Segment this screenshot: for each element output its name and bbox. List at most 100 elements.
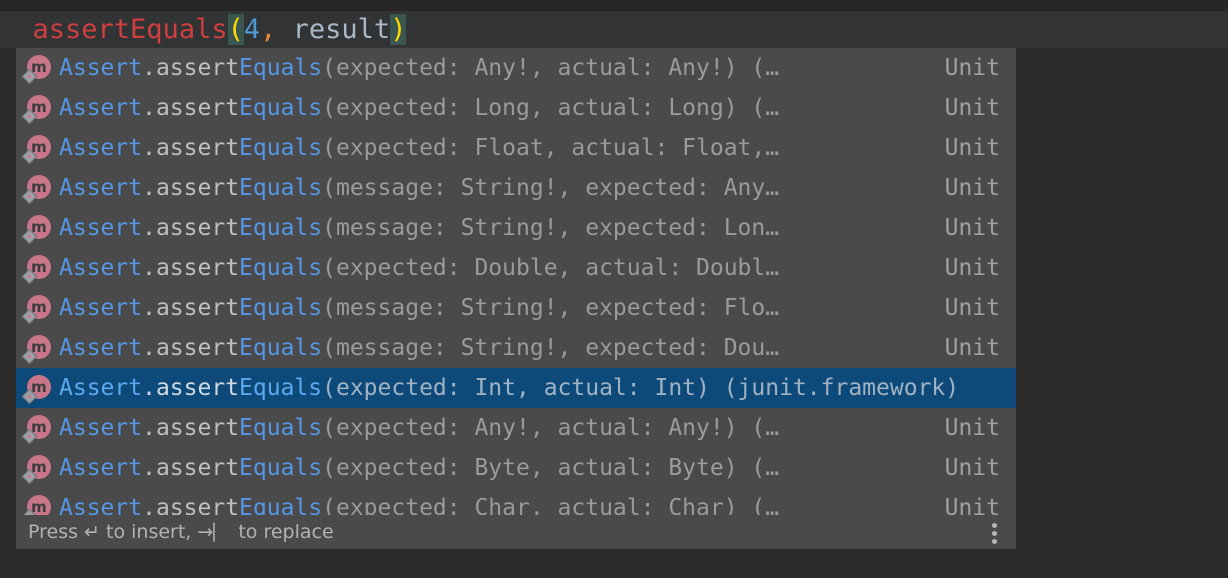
editor-code-line[interactable]: assertEquals(4, result) (0, 11, 407, 48)
completion-matched-text: Equals (239, 135, 323, 161)
completion-class-name: Assert (59, 55, 143, 81)
completion-dot: . (142, 55, 156, 81)
completion-hint-text: Press ↵ to insert, →⎸ to replace (28, 521, 334, 543)
completion-method-name: assert (155, 455, 240, 481)
completion-return-type: Unit (944, 215, 1000, 241)
completion-method-name: assert (155, 215, 240, 241)
completion-dot: . (142, 255, 156, 281)
completion-signature: (expected: Long, actual: Long) (… (322, 95, 780, 121)
method-icon: m (21, 134, 52, 165)
code-token-method: assertEquals (32, 14, 228, 45)
completion-item[interactable]: m Assert.assertEquals(expected: Any!, act… (16, 408, 1016, 448)
completion-dot: . (142, 495, 156, 515)
completion-signature: (expected: Byte, actual: Byte) (… (322, 455, 780, 481)
method-icon: m (21, 94, 52, 125)
completion-matched-text: Equals (239, 495, 323, 515)
completion-dot: . (142, 215, 156, 241)
completion-item[interactable]: m Assert.assertEquals(message: String!, e… (16, 288, 1016, 328)
completion-item[interactable]: m Assert.assertEquals(expected: Double, a… (16, 248, 1016, 288)
method-icon: m (21, 494, 52, 515)
code-token-number: 4 (243, 14, 261, 45)
completion-class-name: Assert (59, 175, 143, 201)
completion-item-label: Assert.assertEquals(message: String!, ex… (59, 168, 927, 208)
completion-class-name: Assert (59, 455, 143, 481)
completion-matched-text: Equals (239, 175, 323, 201)
completion-item[interactable]: m Assert.assertEquals(expected: Any!, act… (16, 48, 1016, 88)
completion-item-selected[interactable]: m Assert.assertEquals(expected: Int, actu… (16, 368, 1016, 408)
completion-signature: (message: String!, expected: Dou… (322, 335, 780, 361)
completion-signature: (message: String!, expected: Lon… (322, 215, 780, 241)
method-icon: m (21, 454, 52, 485)
completion-signature: (expected: Any!, actual: Any!) (… (322, 415, 780, 441)
method-icon: m (21, 334, 52, 365)
completion-item-label: Assert.assertEquals(expected: Long, actu… (59, 88, 927, 128)
completion-return-type: Unit (944, 175, 1000, 201)
completion-hint-bar: Press ↵ to insert, →⎸ to replace (16, 515, 1016, 549)
completion-matched-text: Equals (239, 255, 323, 281)
completion-matched-text: Equals (239, 95, 323, 121)
method-icon: m (21, 174, 52, 205)
completion-item[interactable]: m Assert.assertEquals(expected: Long, act… (16, 88, 1016, 128)
code-completion-popup[interactable]: m Assert.assertEquals(expected: Any!, act… (16, 48, 1016, 549)
completion-signature: (message: String!, expected: Flo… (322, 295, 780, 321)
completion-item-list[interactable]: m Assert.assertEquals(expected: Any!, act… (16, 48, 1016, 515)
completion-item[interactable]: m Assert.assertEquals(message: String!, e… (16, 208, 1016, 248)
completion-return-type: Unit (944, 55, 1000, 81)
completion-class-name: Assert (59, 335, 143, 361)
completion-item[interactable]: m Assert.assertEquals(expected: Char, act… (16, 488, 1016, 515)
code-token-paren: ) (390, 14, 407, 45)
kebab-dot (992, 531, 997, 536)
code-token-ident: result (276, 14, 391, 45)
completion-item-label: Assert.assertEquals(message: String!, ex… (59, 288, 927, 328)
completion-signature: (message: String!, expected: Any… (322, 175, 780, 201)
code-tokens: assertEquals(4, result) (33, 14, 407, 45)
completion-item-label: Assert.assertEquals(message: String!, ex… (59, 208, 927, 248)
completion-return-type: Unit (944, 135, 1000, 161)
completion-dot: . (142, 175, 156, 201)
completion-return-type: Unit (944, 415, 1000, 441)
completion-class-name: Assert (59, 375, 143, 401)
method-icon: m (21, 254, 52, 285)
completion-item[interactable]: m Assert.assertEquals(expected: Byte, act… (16, 448, 1016, 488)
completion-item[interactable]: m Assert.assertEquals(expected: Float, ac… (16, 128, 1016, 168)
completion-item-label: Assert.assertEquals(message: String!, ex… (59, 328, 927, 368)
method-icon: m (21, 374, 52, 405)
code-token-paren: ( (227, 14, 244, 45)
completion-dot: . (142, 295, 156, 321)
completion-class-name: Assert (59, 255, 143, 281)
completion-matched-text: Equals (239, 335, 323, 361)
completion-item[interactable]: m Assert.assertEquals(message: String!, e… (16, 328, 1016, 368)
completion-signature: (expected: Int, actual: Int) (junit.fram… (322, 375, 960, 401)
completion-dot: . (142, 335, 156, 361)
completion-item[interactable]: m Assert.assertEquals(message: String!, e… (16, 168, 1016, 208)
completion-method-name: assert (155, 135, 240, 161)
completion-item-label: Assert.assertEquals(expected: Any!, actu… (59, 48, 927, 88)
completion-method-name: assert (155, 375, 240, 401)
completion-dot: . (142, 455, 156, 481)
kebab-dot (992, 523, 997, 528)
completion-class-name: Assert (59, 135, 143, 161)
completion-return-type: Unit (944, 335, 1000, 361)
completion-matched-text: Equals (239, 415, 323, 441)
completion-method-name: assert (155, 415, 240, 441)
completion-method-name: assert (155, 55, 240, 81)
completion-method-name: assert (155, 175, 240, 201)
completion-dot: . (142, 415, 156, 441)
editor-top-strip (0, 0, 1228, 11)
completion-method-name: assert (155, 495, 240, 515)
method-icon: m (21, 294, 52, 325)
kebab-menu-icon[interactable] (980, 515, 1010, 549)
completion-item-label: Assert.assertEquals(expected: Char, actu… (59, 488, 927, 515)
completion-method-name: assert (155, 295, 240, 321)
completion-return-type: Unit (944, 295, 1000, 321)
completion-signature: (expected: Char, actual: Char) (… (322, 495, 780, 515)
code-token-comma: , (260, 14, 277, 45)
completion-class-name: Assert (59, 215, 143, 241)
completion-item-label: Assert.assertEquals(expected: Any!, actu… (59, 408, 927, 448)
completion-method-name: assert (155, 95, 240, 121)
completion-item-label: Assert.assertEquals(expected: Int, actua… (59, 368, 1016, 408)
completion-return-type: Unit (944, 95, 1000, 121)
completion-item-label: Assert.assertEquals(expected: Byte, actu… (59, 448, 927, 488)
completion-dot: . (142, 135, 156, 161)
